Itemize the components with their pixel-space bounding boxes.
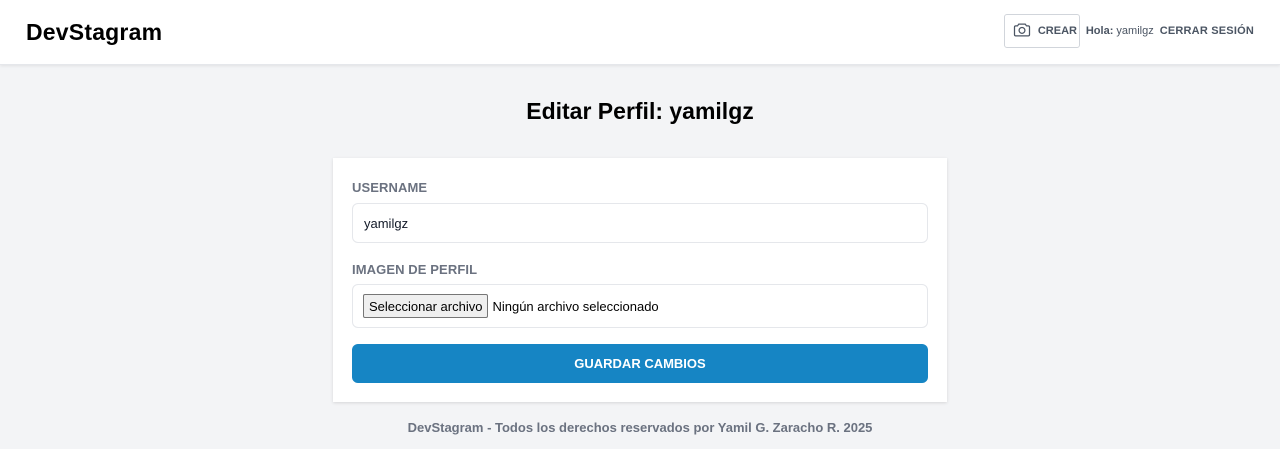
profile-image-field: Seleccionar archivo Ningún archivo selec… — [352, 284, 928, 328]
create-post-label: CREAR — [1037, 25, 1077, 37]
create-post-button[interactable]: CREAR — [1003, 14, 1080, 48]
brand-logo[interactable]: DevStagram — [26, 19, 162, 46]
username-input[interactable] — [353, 204, 927, 242]
profile-image-label: IMAGEN DE PERFIL — [352, 262, 478, 277]
file-status-text: Ningún archivo seleccionado — [492, 298, 659, 314]
top-navbar: DevStagram CREAR Hola: yamilgz CERRAR SE… — [0, 0, 1280, 65]
username-label: USERNAME — [352, 180, 428, 195]
page-title: Editar Perfil: yamilgz — [526, 98, 754, 124]
logout-button[interactable]: CERRAR SESIÓN — [1160, 25, 1254, 37]
choose-file-button[interactable]: Seleccionar archivo — [363, 294, 489, 318]
user-greeting: Hola: yamilgz — [1086, 25, 1154, 37]
page-footer: DevStagram - Todos los derechos reservad… — [407, 420, 873, 435]
greeting-prefix: Hola: — [1085, 25, 1114, 37]
username-field-wrapper — [352, 203, 928, 243]
camera-icon — [1012, 20, 1032, 43]
save-changes-button[interactable]: GUARDAR CAMBIOS — [352, 344, 928, 383]
edit-profile-form: USERNAME IMAGEN DE PERFIL Seleccionar ar… — [333, 158, 947, 402]
user-nav: CREAR Hola: yamilgz CERRAR SESIÓN — [1003, 14, 1254, 48]
greeting-username: yamilgz — [1116, 25, 1154, 37]
